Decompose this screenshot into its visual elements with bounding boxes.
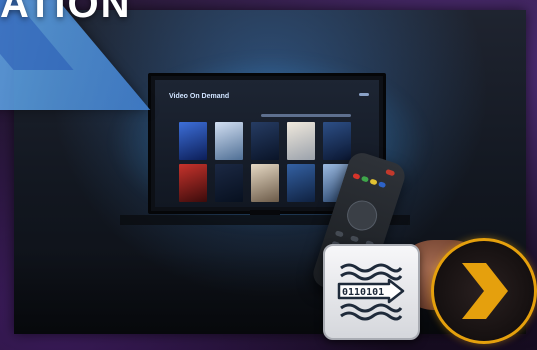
yellow-button [369, 178, 378, 186]
movie-poster [179, 164, 207, 202]
dpad [343, 196, 381, 235]
remote-key [334, 230, 344, 238]
tv-stand [250, 210, 280, 215]
plex-chevron-icon [431, 238, 537, 344]
movie-poster [251, 164, 279, 202]
binary-conversion-graphic: 0110101 [337, 263, 405, 321]
vod-title: Video On Demand [169, 93, 230, 100]
vod-category-nav [261, 114, 351, 117]
binary-conversion-icon: 0110101 [323, 244, 420, 340]
movie-poster [215, 122, 243, 160]
vod-search-icon [359, 93, 369, 96]
plex-chevron-graphic [462, 263, 508, 319]
remote-key [349, 235, 360, 243]
binary-text: 0110101 [342, 287, 384, 298]
green-button [360, 175, 370, 183]
power-button [385, 168, 396, 177]
movie-poster [179, 122, 207, 160]
movie-poster [323, 122, 351, 160]
movie-poster [251, 122, 279, 160]
blue-button [377, 181, 387, 189]
banner-headline: ATION [0, 0, 132, 26]
red-button [352, 172, 361, 180]
movie-poster [287, 164, 315, 202]
movie-poster [215, 164, 243, 202]
movie-poster [287, 122, 315, 160]
